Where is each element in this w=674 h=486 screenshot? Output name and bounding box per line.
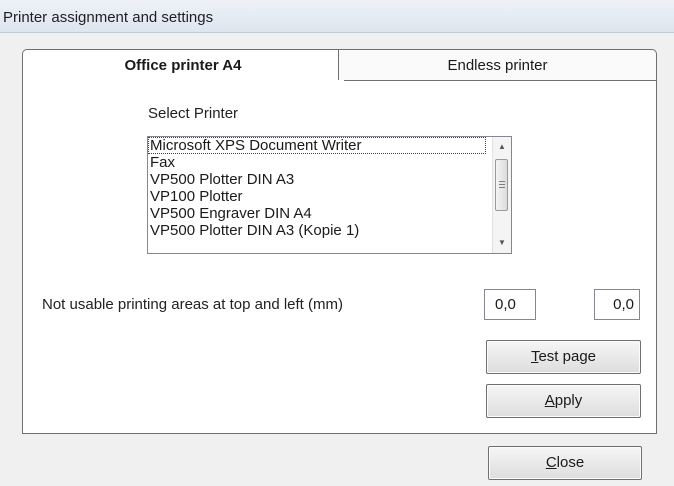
scroll-up-arrow-icon[interactable]: ▲ [493,139,511,155]
scroll-down-arrow-icon[interactable]: ▼ [493,235,511,251]
left-margin-field[interactable]: 0,0 [594,289,640,320]
tab-office-printer-a4[interactable]: Office printer A4 [22,49,344,81]
select-printer-label: Select Printer [148,105,239,122]
close-button[interactable]: Close [488,446,642,480]
top-margin-field[interactable]: 0,0 [484,289,536,320]
apply-mnemonic: A [544,392,555,409]
apply-label: pply [554,392,583,409]
printer-listbox[interactable]: Microsoft XPS Document Writer Fax VP500 … [147,136,512,254]
tab-endless-printer[interactable]: Endless printer [338,49,657,81]
tab-panel [22,80,657,434]
apply-button[interactable]: Apply [486,384,641,418]
close-label: lose [556,454,585,471]
printer-list-item[interactable]: Fax [148,154,486,171]
not-usable-area-label: Not usable printing areas at top and lef… [42,296,343,313]
tab-panel-top-border [344,80,657,81]
printer-list: Microsoft XPS Document Writer Fax VP500 … [148,137,486,239]
printer-list-item[interactable]: VP500 Plotter DIN A3 (Kopie 1) [148,222,486,239]
grip-line-icon [499,181,505,182]
printer-list-item[interactable]: VP500 Engraver DIN A4 [148,205,486,222]
grip-line-icon [499,184,505,185]
close-mnemonic: C [545,454,557,471]
printer-list-item[interactable]: VP500 Plotter DIN A3 [148,171,486,188]
printer-list-item[interactable]: Microsoft XPS Document Writer [148,137,486,154]
title-bar: Printer assignment and settings [0,0,674,33]
printer-list-item[interactable]: VP100 Plotter [148,188,486,205]
listbox-scrollbar[interactable]: ▲ ▼ [492,137,511,253]
window-title: Printer assignment and settings [3,9,214,26]
test-page-label: est page [538,348,597,365]
scroll-thumb[interactable] [495,159,508,211]
test-page-button[interactable]: Test page [486,340,641,374]
grip-line-icon [499,187,505,188]
